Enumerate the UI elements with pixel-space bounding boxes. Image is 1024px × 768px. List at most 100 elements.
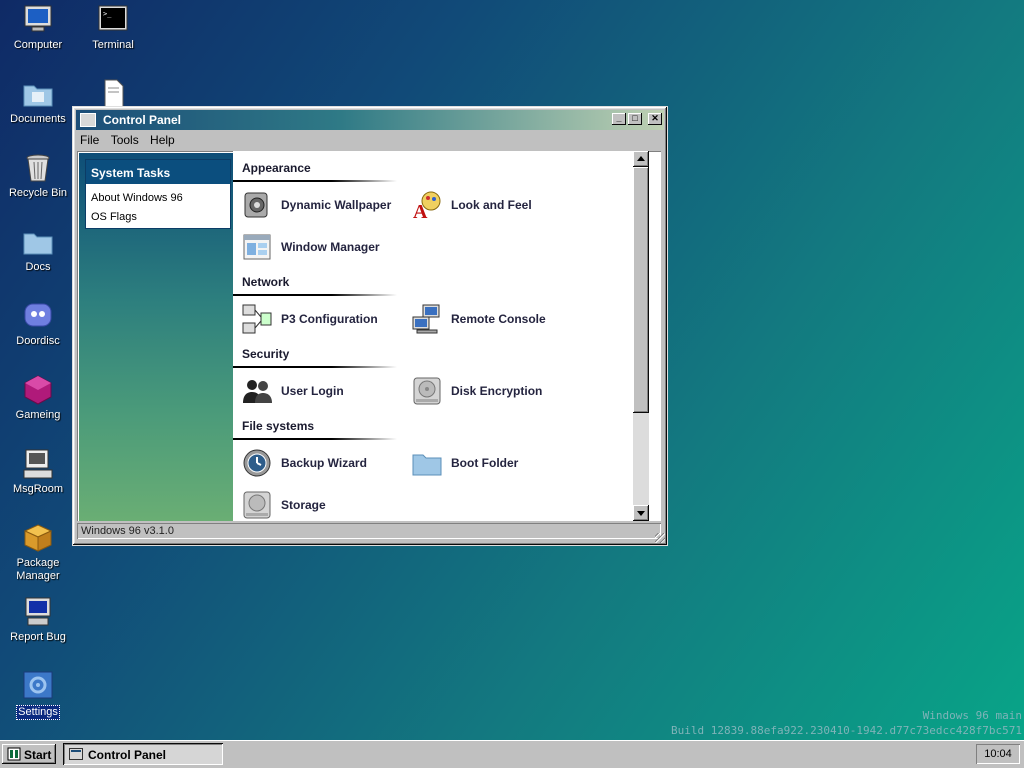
resize-grip[interactable] bbox=[655, 533, 665, 543]
desktop-icon-label: Gameing bbox=[15, 409, 61, 421]
scroll-up-button[interactable] bbox=[633, 151, 649, 167]
scroll-down-button[interactable] bbox=[633, 505, 649, 521]
status-bar: Windows 96 v3.1.0 bbox=[77, 523, 661, 539]
item-label: Remote Console bbox=[451, 312, 546, 326]
hard-disk-icon bbox=[413, 377, 441, 405]
section-divider bbox=[233, 294, 397, 296]
system-tasks-box: System Tasks About Windows 96 OS Flags bbox=[85, 159, 231, 229]
item-label: P3 Configuration bbox=[281, 312, 378, 326]
section-divider bbox=[233, 366, 397, 368]
taskbar-button-control-panel[interactable]: Control Panel bbox=[63, 743, 223, 765]
chat-app-icon bbox=[24, 303, 52, 327]
item-label: Boot Folder bbox=[451, 456, 519, 470]
game-cube-icon bbox=[24, 375, 52, 405]
settings-panel: Appearance Dynamic Wallpaper A Look and … bbox=[233, 151, 649, 521]
menu-file[interactable]: File bbox=[76, 131, 103, 149]
system-tray-clock[interactable]: 10:04 bbox=[976, 744, 1020, 764]
item-label: Dynamic Wallpaper bbox=[281, 198, 392, 212]
item-label: User Login bbox=[281, 384, 344, 398]
item-label: Window Manager bbox=[281, 240, 380, 254]
scroll-thumb[interactable] bbox=[633, 167, 649, 413]
item-backup-wizard[interactable]: Backup Wizard bbox=[241, 447, 367, 479]
watermark-line-2: Build 12839.88efa922.230410-1942.d77c73e… bbox=[671, 724, 1022, 737]
control-panel-window[interactable]: Control Panel _ □ ✕ File Tools Help Syst… bbox=[72, 106, 668, 546]
item-user-login[interactable]: User Login bbox=[241, 375, 344, 407]
window-layout-icon bbox=[243, 234, 271, 260]
item-label: Backup Wizard bbox=[281, 456, 367, 470]
maximize-button[interactable]: □ bbox=[628, 113, 642, 125]
menu-tools[interactable]: Tools bbox=[107, 131, 143, 149]
item-window-manager[interactable]: Window Manager bbox=[241, 231, 380, 263]
item-remote-console[interactable]: Remote Console bbox=[411, 303, 546, 335]
desktop-icon-computer[interactable]: Computer bbox=[1, 4, 75, 52]
arrow-down-icon bbox=[637, 511, 645, 516]
desktop-icon-msgroom[interactable]: MsgRoom bbox=[1, 448, 75, 496]
close-button[interactable]: ✕ bbox=[648, 113, 662, 125]
section-heading-network: Network bbox=[242, 275, 290, 289]
folder-icon bbox=[23, 233, 53, 255]
terminal-icon: >_ bbox=[98, 5, 128, 31]
svg-text:A: A bbox=[413, 201, 428, 221]
network-icon bbox=[242, 304, 272, 334]
recycle-bin-icon bbox=[26, 154, 50, 182]
section-divider bbox=[233, 180, 397, 182]
item-label: Disk Encryption bbox=[451, 384, 543, 398]
desktop-icon-documents[interactable]: Documents bbox=[1, 78, 75, 126]
font-palette-icon: A bbox=[413, 191, 441, 221]
system-tasks-heading: System Tasks bbox=[86, 160, 230, 184]
start-button[interactable]: Start bbox=[2, 744, 56, 764]
control-panel-icon bbox=[80, 113, 96, 127]
desktop-icon-label: Recycle Bin bbox=[8, 187, 68, 199]
desktop-icon-recycle-bin[interactable]: Recycle Bin bbox=[1, 152, 75, 200]
remote-computers-icon bbox=[412, 304, 440, 334]
watermark-line-1: Windows 96 main bbox=[922, 709, 1022, 722]
desktop-icon-gameing[interactable]: Gameing bbox=[1, 374, 75, 422]
item-label: Look and Feel bbox=[451, 198, 532, 212]
window-titlebar[interactable]: Control Panel _ □ ✕ bbox=[76, 110, 664, 130]
desktop-icon-terminal[interactable]: >_ Terminal bbox=[76, 4, 150, 52]
desktop-icon-label: Docs bbox=[25, 261, 51, 273]
storage-disk-icon bbox=[243, 491, 271, 519]
desktop-icon-package-manager[interactable]: Package Manager bbox=[1, 522, 75, 583]
vertical-scrollbar[interactable] bbox=[633, 151, 649, 521]
task-sidebar: System Tasks About Windows 96 OS Flags bbox=[79, 153, 233, 521]
task-link-os-flags[interactable]: OS Flags bbox=[86, 208, 230, 227]
desktop-icon-label: Terminal bbox=[92, 39, 134, 51]
item-storage[interactable]: Storage bbox=[241, 489, 326, 521]
desktop-icon-label: Package Manager bbox=[16, 557, 60, 582]
speaker-icon bbox=[244, 192, 268, 218]
package-icon bbox=[23, 524, 53, 552]
folder-icon bbox=[23, 85, 53, 107]
item-label: Storage bbox=[281, 498, 326, 512]
taskbar-button-label: Control Panel bbox=[88, 748, 167, 762]
desktop-icon-label: Doordisc bbox=[16, 335, 60, 347]
build-watermark: Windows 96 main Build 12839.88efa922.230… bbox=[671, 708, 1022, 738]
window-content: System Tasks About Windows 96 OS Flags A… bbox=[77, 151, 661, 521]
start-label: Start bbox=[24, 748, 52, 762]
desktop-icon-label: Report Bug bbox=[10, 631, 66, 643]
item-dynamic-wallpaper[interactable]: Dynamic Wallpaper bbox=[241, 189, 391, 221]
desktop-icon-label: Computer bbox=[13, 39, 63, 51]
desktop-icon-settings[interactable]: Settings bbox=[1, 670, 75, 720]
computer-icon bbox=[24, 5, 52, 32]
desktop-icon-doordisc[interactable]: Doordisc bbox=[1, 300, 75, 348]
minimize-button[interactable]: _ bbox=[612, 113, 626, 125]
item-p3-configuration[interactable]: P3 Configuration bbox=[241, 303, 378, 335]
message-room-icon bbox=[23, 449, 53, 479]
users-icon bbox=[243, 380, 272, 403]
section-heading-appearance: Appearance bbox=[242, 161, 311, 175]
task-link-about[interactable]: About Windows 96 bbox=[86, 189, 230, 208]
backup-clock-icon bbox=[243, 449, 271, 477]
desktop-icon-label: Documents bbox=[10, 113, 66, 125]
arrow-up-icon bbox=[637, 156, 645, 161]
folder-icon bbox=[412, 454, 442, 476]
section-heading-security: Security bbox=[242, 347, 290, 361]
item-disk-encryption[interactable]: Disk Encryption bbox=[411, 375, 542, 407]
item-boot-folder[interactable]: Boot Folder bbox=[411, 447, 518, 479]
item-look-and-feel[interactable]: A Look and Feel bbox=[411, 189, 532, 221]
desktop-icon-docs[interactable]: Docs bbox=[1, 226, 75, 274]
desktop-icon-label: Settings bbox=[16, 705, 60, 720]
desktop-icon-report-bug[interactable]: Report Bug bbox=[1, 596, 75, 644]
menu-help[interactable]: Help bbox=[146, 131, 179, 149]
section-heading-file-systems: File systems bbox=[242, 419, 315, 433]
